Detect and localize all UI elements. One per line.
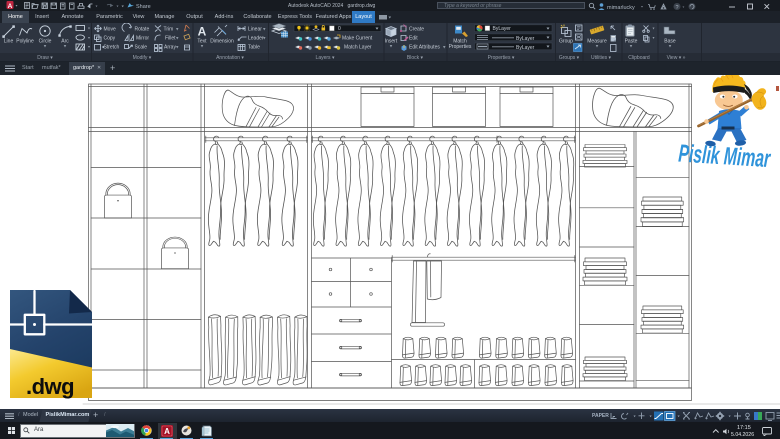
svg-text:Edit Attributes: Edit Attributes	[409, 45, 440, 51]
svg-text:Move: Move	[104, 27, 116, 33]
svg-text:▾: ▾	[653, 35, 655, 40]
svg-text:▾: ▾	[263, 27, 266, 33]
svg-text:Modify ▾: Modify ▾	[133, 55, 152, 61]
svg-text:Properties: Properties	[449, 44, 472, 50]
svg-text:Draw ▾: Draw ▾	[37, 55, 53, 61]
svg-text:Make Current: Make Current	[342, 36, 373, 42]
svg-text:Trim: Trim	[164, 27, 174, 33]
svg-text:Edit: Edit	[409, 36, 418, 42]
svg-text:▾: ▾	[176, 36, 179, 42]
svg-text:▾: ▾	[88, 44, 90, 49]
svg-text:Line: Line	[4, 39, 14, 45]
svg-text:Layers ▾: Layers ▾	[316, 55, 335, 61]
svg-text:Polyline: Polyline	[16, 39, 34, 45]
svg-text:Properties ▾: Properties ▾	[488, 55, 515, 61]
svg-text:Mirror: Mirror	[136, 36, 149, 42]
svg-text:Table: Table	[248, 45, 260, 51]
svg-text:Leader: Leader	[248, 36, 264, 42]
svg-text:▾: ▾	[653, 26, 655, 31]
svg-text:Match Layer: Match Layer	[344, 45, 372, 51]
svg-text:Rotate: Rotate	[135, 27, 150, 33]
svg-text:ByLayer: ByLayer	[493, 26, 512, 32]
svg-text:Linear: Linear	[248, 27, 262, 33]
svg-text:Block ▾: Block ▾	[407, 55, 424, 61]
svg-text:Annotation ▾: Annotation ▾	[216, 55, 244, 61]
svg-text:Clipboard: Clipboard	[628, 55, 650, 61]
svg-text:.dwg: .dwg	[26, 374, 74, 399]
svg-text:▾: ▾	[263, 36, 266, 42]
svg-text:Pislik Mimar: Pislik Mimar	[678, 140, 773, 173]
svg-text:Group: Group	[559, 39, 573, 45]
svg-text:Stretch: Stretch	[104, 45, 120, 51]
svg-text:▾: ▾	[88, 26, 90, 31]
svg-text:mimarlucky: mimarlucky	[607, 5, 635, 11]
svg-text:▾: ▾	[176, 27, 179, 33]
svg-text:▾: ▾	[88, 35, 90, 40]
svg-text:Dimension: Dimension	[210, 39, 234, 45]
svg-text:A: A	[198, 25, 207, 39]
svg-text:▾: ▾	[443, 45, 446, 51]
svg-text:View ▾ »: View ▾ »	[667, 55, 686, 61]
svg-text:0: 0	[338, 26, 341, 32]
svg-text:ByLayer: ByLayer	[516, 36, 535, 42]
svg-text:Groups ▾: Groups ▾	[559, 55, 580, 61]
svg-text:Share: Share	[136, 4, 151, 10]
svg-text:A: A	[164, 427, 170, 436]
svg-text:Create: Create	[409, 27, 424, 33]
svg-text:Scale: Scale	[135, 45, 148, 51]
svg-text:Array: Array	[164, 45, 176, 51]
svg-text:Copy: Copy	[104, 36, 116, 42]
svg-text:A: A	[8, 3, 13, 10]
svg-text:?: ?	[675, 5, 678, 11]
svg-text:▾: ▾	[176, 45, 179, 51]
svg-text:ByLayer: ByLayer	[516, 45, 535, 51]
svg-text:Fillet: Fillet	[165, 36, 176, 42]
svg-text:Utilities ▾: Utilities ▾	[591, 55, 612, 61]
